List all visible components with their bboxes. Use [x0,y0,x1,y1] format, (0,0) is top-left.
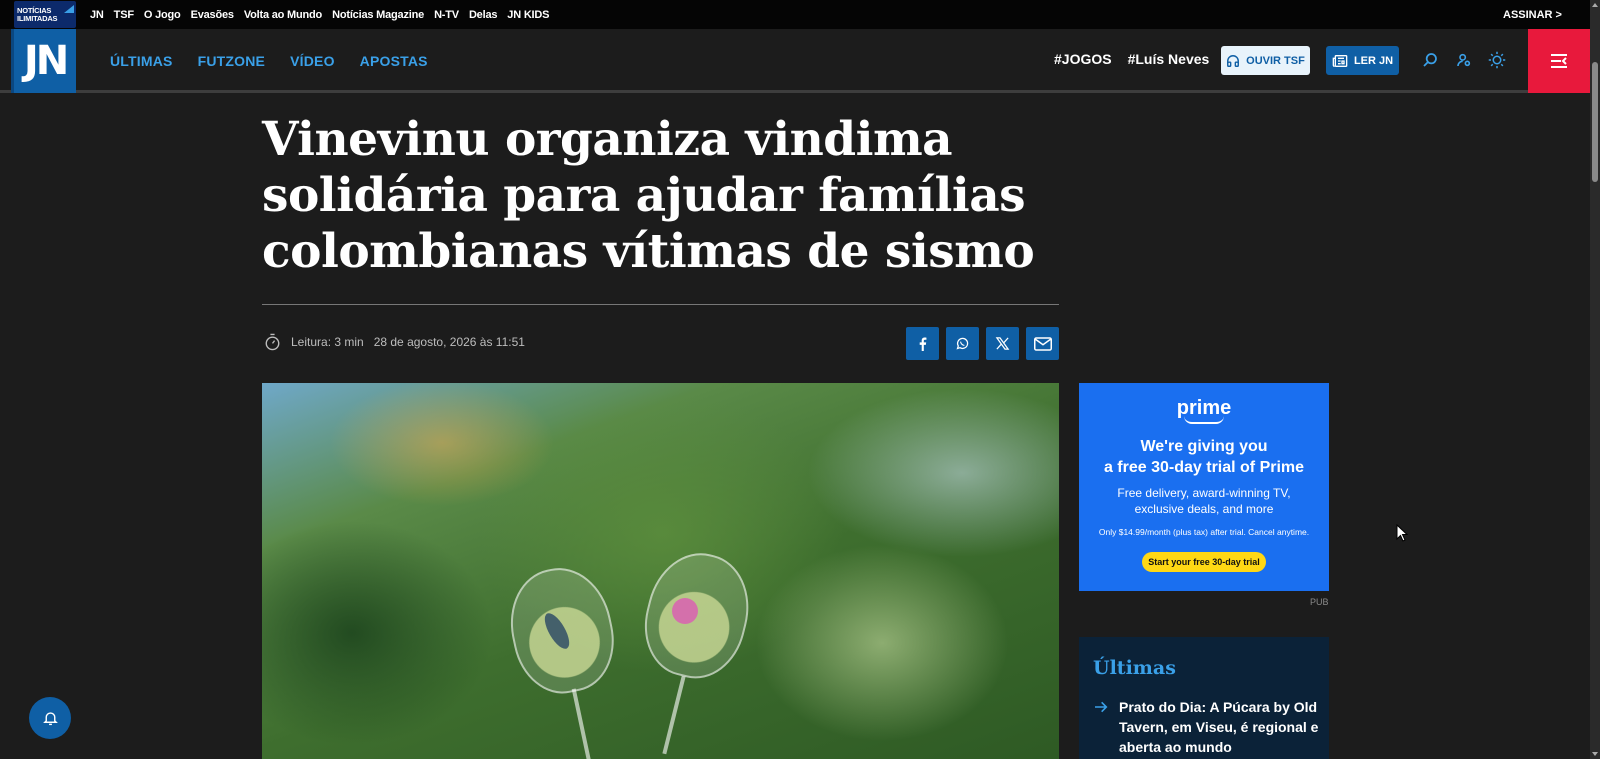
article-meta: Leitura: 3 min 28 de agosto, 2026 às 11:… [264,333,525,351]
notifications-button[interactable] [29,697,71,739]
ad-terms: Only $14.99/month (plus tax) after trial… [1098,527,1310,537]
ultimas-item-title: Prato do Dia: A Púcara by Old Tavern, em… [1119,699,1319,755]
reading-time: Leitura: 3 min [291,335,364,349]
ad-label: PUB [1310,597,1329,607]
top-bar: NOTÍCIAS ILIMITADAS JN TSF O Jogo Evasõe… [0,0,1590,29]
glass-stem-left [571,688,593,759]
stopwatch-icon [265,333,280,351]
headphones-icon [1227,54,1240,67]
ad-subtitle: Free delivery, award-winning TV, exclusi… [1079,485,1329,517]
newspaper-icon [1332,54,1348,67]
email-icon [1033,336,1052,351]
ad-cta-button[interactable]: Start your free 30-day trial [1142,552,1266,572]
glass-stem-right [662,675,686,755]
jn-logo[interactable]: JN [11,29,76,93]
ultimas-item[interactable]: Prato do Dia: A Púcara by Old Tavern, em… [1093,697,1319,757]
ultimas-widget: Últimas Prato do Dia: A Púcara by Old Ta… [1079,637,1329,759]
top-link-n-tv[interactable]: N-TV [434,9,459,21]
ad-headline-line-1: We're giving you [1140,438,1268,455]
nav-link-video[interactable]: VÍDEO [290,53,335,69]
nav-link-futzone[interactable]: FUTZONE [198,53,266,69]
nav-link-ultimas[interactable]: ÚLTIMAS [110,53,173,69]
nav-link-apostas[interactable]: APOSTAS [360,53,428,69]
scroll-up-arrow[interactable] [1592,3,1598,7]
article-title: Vinevinu organiza vindima solidária para… [262,112,1035,279]
ouvir-tsf-button[interactable]: OUVIR TSF [1221,46,1310,75]
facebook-icon [919,336,927,351]
menu-button[interactable] [1528,29,1590,93]
menu-icon [1551,54,1567,68]
share-email-button[interactable] [1026,327,1059,360]
top-link-jn-kids[interactable]: JN KIDS [507,9,549,21]
bell-icon [42,712,58,726]
ad-brand: prime [1176,397,1232,419]
ultimas-title[interactable]: Últimas [1093,657,1176,679]
theme-toggle-icon[interactable] [1487,50,1507,70]
article-hero-image [262,383,1059,759]
title-divider [262,304,1059,305]
share-buttons [906,327,1059,360]
ler-jn-button[interactable]: LER JN [1326,46,1399,75]
ad-headline: We're giving you a free 30-day trial of … [1079,436,1329,478]
top-link-delas[interactable]: Delas [469,9,498,21]
ad-headline-line-2: a free 30-day trial of Prime [1103,459,1305,476]
publish-date: 28 de agosto, 2026 às 11:51 [373,335,525,349]
top-link-volta-ao-mundo[interactable]: Volta ao Mundo [244,9,322,21]
share-x-button[interactable] [986,327,1019,360]
noticias-ilimitadas-logo[interactable]: NOTÍCIAS ILIMITADAS [14,1,76,28]
trending-tags: #JOGOS #Luís Neves [1054,51,1209,67]
mouse-cursor-icon [1396,524,1408,542]
share-facebook-button[interactable] [906,327,939,360]
logo-line-2: ILIMITADAS [17,13,58,23]
logo-mark-icon [64,5,74,13]
top-link-o-jogo[interactable]: O Jogo [144,9,181,21]
ad-subtitle-line-1: Free delivery, award-winning TV, [1117,486,1291,500]
scrollbar-thumb[interactable] [1592,62,1598,182]
search-icon[interactable] [1420,50,1440,70]
main-nav: JN ÚLTIMAS FUTZONE VÍDEO APOSTAS #JOGOS … [0,29,1590,93]
whatsapp-icon [956,337,969,350]
jn-logo-text: JN [23,38,69,84]
ouvir-tsf-label: OUVIR TSF [1246,54,1305,67]
subscribe-link[interactable]: ASSINAR > [1503,9,1562,21]
arrow-right-icon [1095,701,1108,713]
section-nav: ÚLTIMAS FUTZONE VÍDEO APOSTAS [110,29,453,93]
share-whatsapp-button[interactable] [946,327,979,360]
x-icon [995,337,1010,350]
network-links: JN TSF O Jogo Evasões Volta ao Mundo Not… [90,0,559,29]
top-link-jn[interactable]: JN [90,9,104,21]
top-link-noticias-magazine[interactable]: Notícias Magazine [332,9,424,21]
top-link-evasoes[interactable]: Evasões [191,9,234,21]
ler-jn-label: LER JN [1353,54,1394,67]
scroll-down-arrow[interactable] [1592,752,1598,756]
ad-subtitle-line-2: exclusive deals, and more [1134,502,1274,516]
tag-jogos[interactable]: #JOGOS [1054,51,1112,67]
tag-luis-neves[interactable]: #Luís Neves [1128,51,1210,67]
prime-ad[interactable]: prime We're giving you a free 30-day tri… [1079,383,1329,591]
page-scrollbar[interactable] [1590,0,1600,759]
top-link-tsf[interactable]: TSF [114,9,134,21]
painted-flower [672,598,698,624]
user-icon[interactable] [1454,50,1474,70]
